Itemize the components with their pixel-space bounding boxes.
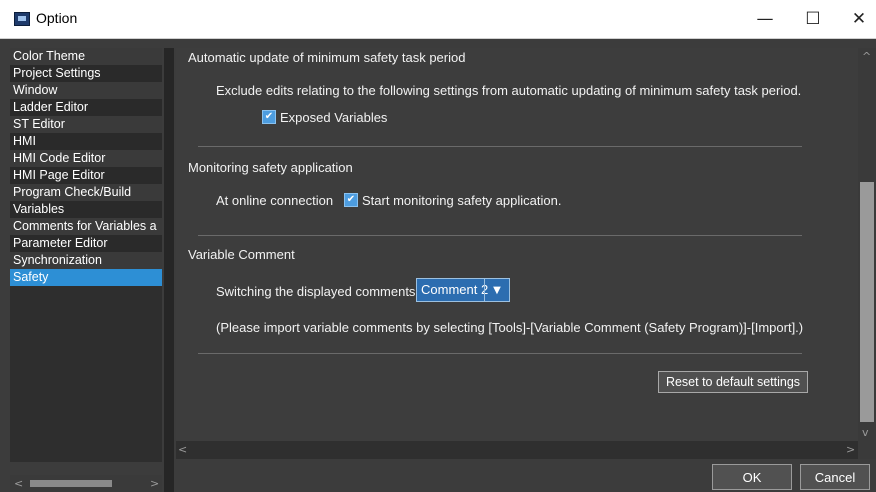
ok-button[interactable]: OK [712, 464, 792, 490]
comment-select[interactable]: Comment 2 ▼ [416, 278, 510, 302]
scroll-up-icon[interactable]: ^ [862, 50, 871, 63]
switch-comments-label: Switching the displayed comments: [216, 284, 420, 299]
app-icon [14, 12, 30, 26]
sidebar-item[interactable]: HMI Code Editor [10, 150, 162, 167]
window-title: Option [36, 10, 78, 26]
scroll-right-icon[interactable]: > [846, 443, 855, 456]
online-connection-label: At online connection [216, 193, 334, 208]
content-vertical-scrollbar[interactable]: ^ v [858, 48, 876, 459]
scrollbar-corner [858, 441, 876, 459]
start-monitoring-label: Start monitoring safety application. [362, 193, 562, 208]
sidebar-item[interactable]: Program Check/Build [10, 184, 162, 201]
exposed-variables-checkbox[interactable]: ✔ [262, 110, 276, 124]
sidebar-item[interactable]: Synchronization [10, 252, 162, 269]
scroll-left-icon[interactable]: < [14, 477, 23, 490]
scroll-down-icon[interactable]: v [862, 426, 869, 439]
sidebar-item[interactable]: Parameter Editor [10, 235, 162, 252]
sidebar-item[interactable]: HMI Page Editor [10, 167, 162, 184]
sidebar-item[interactable]: Window [10, 82, 162, 99]
maximize-button[interactable]: ☐ [790, 0, 836, 38]
comment-select-value: Comment 2 [421, 282, 489, 297]
reset-defaults-button[interactable]: Reset to default settings [658, 371, 808, 393]
variable-comment-section-title: Variable Comment [188, 247, 295, 262]
pane-splitter[interactable] [164, 48, 174, 492]
scroll-right-icon[interactable]: > [150, 477, 159, 490]
section-divider [198, 146, 802, 147]
start-monitoring-checkbox[interactable]: ✔ [344, 193, 358, 207]
scroll-left-icon[interactable]: < [178, 443, 187, 456]
monitoring-section-title: Monitoring safety application [188, 160, 353, 175]
chevron-down-icon[interactable]: ▼ [484, 279, 509, 301]
sidebar-horizontal-scrollbar[interactable]: < > [10, 475, 162, 492]
auto-update-section-title: Automatic update of minimum safety task … [188, 50, 466, 65]
minimize-button[interactable]: — [742, 0, 788, 38]
sidebar-item[interactable]: Comments for Variables a [10, 218, 162, 235]
sidebar-item[interactable]: Ladder Editor [10, 99, 162, 116]
import-comment-note: (Please import variable comments by sele… [216, 320, 804, 335]
sidebar-item[interactable]: ST Editor [10, 116, 162, 133]
sidebar-item[interactable]: Project Settings [10, 65, 162, 82]
close-button[interactable]: ✕ [836, 0, 876, 38]
sidebar-scroll-thumb[interactable] [30, 480, 112, 487]
cancel-button[interactable]: Cancel [800, 464, 870, 490]
sidebar-category-list: Color Theme Project Settings Window Ladder … [10, 48, 162, 462]
auto-update-description: Exclude edits relating to the following … [216, 83, 802, 98]
sidebar-item[interactable]: Color Theme [10, 48, 162, 65]
sidebar-item[interactable]: Safety [10, 269, 162, 286]
title-bar: Option — ☐ ✕ [0, 0, 876, 39]
exposed-variables-label: Exposed Variables [280, 110, 388, 125]
content-horizontal-scrollbar[interactable]: < > [176, 441, 858, 459]
vertical-scroll-thumb[interactable] [860, 182, 874, 422]
section-divider [198, 235, 802, 236]
sidebar-item[interactable]: HMI [10, 133, 162, 150]
settings-content: Automatic update of minimum safety task … [176, 48, 858, 441]
section-divider [198, 353, 802, 354]
sidebar-item[interactable]: Variables [10, 201, 162, 218]
